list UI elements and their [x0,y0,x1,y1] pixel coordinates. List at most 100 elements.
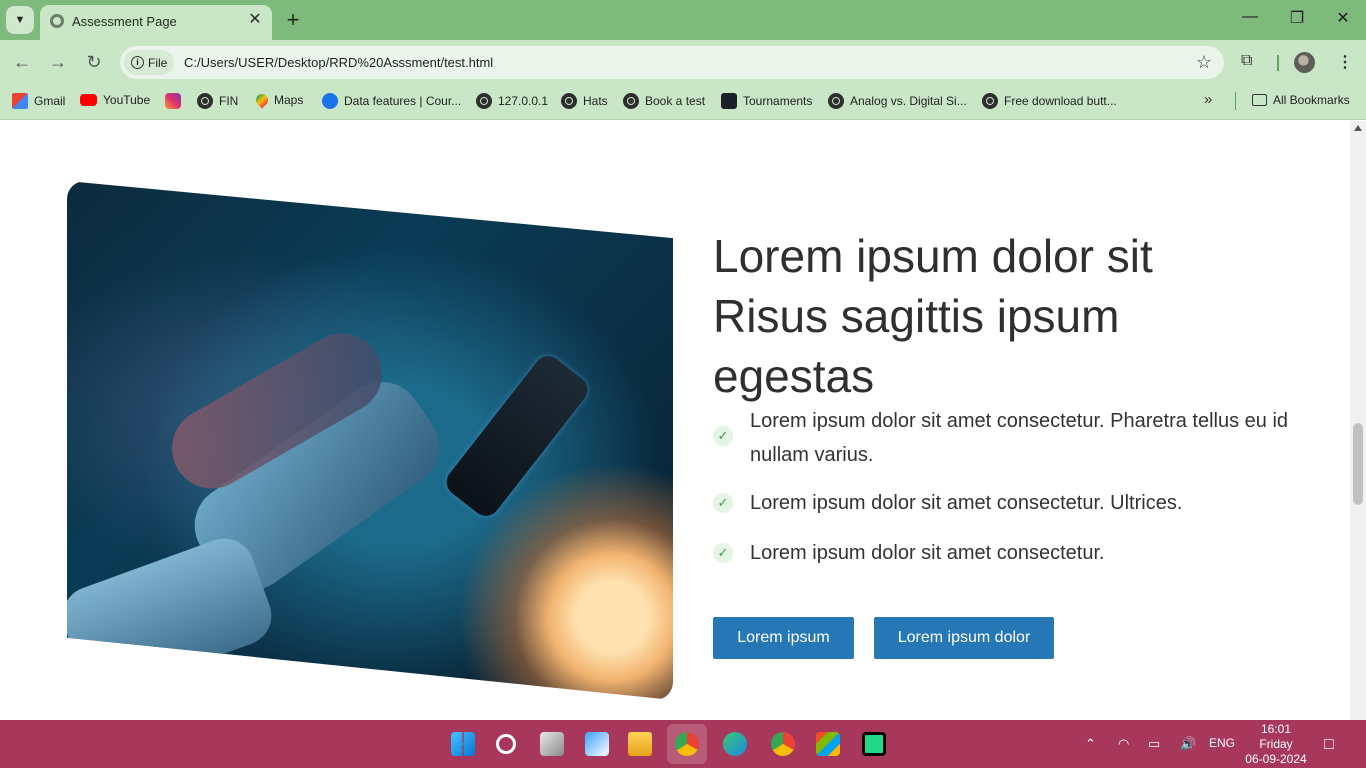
bookmark-fin[interactable]: FIN [197,93,238,109]
scroll-up-arrow-icon[interactable] [1354,125,1362,131]
bookmarks-bar: Gmail YouTube FIN Maps Data features | C… [0,86,1366,120]
chrome-profile-icon[interactable] [771,732,795,756]
file-explorer-icon[interactable] [628,732,652,756]
hero-image-phone-hands [67,181,673,700]
secondary-cta-button[interactable]: Lorem ipsum dolor [874,617,1054,659]
edge-icon[interactable] [723,732,747,756]
maps-icon [253,91,271,109]
close-window-button[interactable]: ✕ [1323,8,1363,28]
chevron-down-icon: ▼ [14,14,26,26]
url-text[interactable]: C:/Users/USER/Desktop/RRD%20Asssment/tes… [184,55,493,70]
bookmark-free-download[interactable]: Free download butt... [982,93,1117,109]
bookmark-label: Data features | Cour... [344,94,462,108]
menu-icon[interactable]: ⋮ [1337,52,1353,72]
task-view-icon[interactable] [540,732,564,756]
bookmark-star-icon[interactable]: ☆ [1196,52,1212,73]
list-item: ✓ Lorem ipsum dolor sit amet consectetur… [713,536,1293,570]
bookmark-youtube[interactable]: YouTube [80,93,150,107]
site-info-chip[interactable]: i File [124,50,174,75]
bookmark-label: YouTube [103,93,151,107]
check-icon: ✓ [713,543,733,563]
globe-icon [50,14,64,28]
clock-time: 16:01 [1260,722,1292,736]
microsoft-store-icon[interactable] [816,732,840,756]
bookmark-label: Analog vs. Digital Si... [850,94,967,108]
reload-button[interactable]: ↻ [82,52,106,73]
check-icon: ✓ [713,493,733,513]
list-item: ✓ Lorem ipsum dolor sit amet consectetur… [713,486,1293,520]
wifi-icon[interactable]: ◠ [1118,736,1129,752]
windows-start-icon[interactable] [451,732,475,756]
bookmark-localhost[interactable]: 127.0.0.1 [476,93,548,109]
forward-button[interactable]: → [46,52,70,73]
bookmark-tournaments[interactable]: Tournaments [721,93,812,109]
bookmark-label: Tournaments [743,94,813,108]
volume-icon[interactable]: 🔊 [1180,736,1196,752]
clock-date: 06-09-2024 [1245,752,1307,766]
minimize-button[interactable]: — [1230,8,1270,26]
hero-headline: Lorem ipsum dolor sit Risus sagittis ips… [713,230,1153,402]
bookmark-gmail[interactable]: Gmail [12,93,65,109]
bookmark-label: FIN [219,94,239,108]
smartphone-shape [441,350,593,522]
bookmark-analog-digital[interactable]: Analog vs. Digital Si... [828,93,967,109]
tab-assessment-page[interactable]: Assessment Page ✕ [40,5,272,40]
bookmark-maps[interactable]: Maps [253,91,304,109]
site-chip-label: File [148,55,168,70]
page-viewport: Lorem ipsum dolor sit Risus sagittis ips… [0,121,1350,720]
feature-text: Lorem ipsum dolor sit amet consectetur. … [750,410,1289,466]
gmail-icon [12,93,28,109]
bookmark-instagram[interactable] [165,93,181,109]
bookmark-hats[interactable]: Hats [561,93,608,109]
toolbar-divider [1277,55,1279,71]
primary-cta-button[interactable]: Lorem ipsum [713,617,854,659]
feature-list: ✓ Lorem ipsum dolor sit amet consectetur… [713,404,1293,570]
battery-icon[interactable]: ▭ [1148,736,1160,752]
bookmark-data-features[interactable]: Data features | Cour... [322,93,461,109]
feature-text: Lorem ipsum dolor sit amet consectetur. … [750,492,1183,514]
globe-icon [197,93,213,109]
youtube-icon [80,94,97,106]
list-item: ✓ Lorem ipsum dolor sit amet consectetur… [713,404,1293,472]
all-bookmarks-button[interactable]: All Bookmarks [1252,93,1350,107]
profile-avatar[interactable] [1294,52,1315,73]
globe-icon [476,93,492,109]
bookmark-label: Book a test [645,94,706,108]
tab-title: Assessment Page [72,14,177,29]
bookmark-label: Free download butt... [1004,94,1117,108]
react-icon [721,93,737,109]
bookmark-book-a-test[interactable]: Book a test [623,93,705,109]
folder-icon [1252,94,1267,106]
widgets-icon[interactable] [585,732,609,756]
tab-search-button[interactable]: ▼ [6,6,34,34]
info-icon: i [131,56,144,69]
clock[interactable]: 16:01 Friday 06-09-2024 [1240,722,1312,767]
scrollbar-thumb[interactable] [1353,423,1363,505]
address-bar[interactable]: i File C:/Users/USER/Desktop/RRD%20Asssm… [120,46,1224,79]
pycharm-icon[interactable] [862,732,886,756]
feature-text: Lorem ipsum dolor sit amet consectetur. [750,542,1105,564]
back-button[interactable]: ← [10,52,34,73]
globe-icon [561,93,577,109]
coursera-icon [322,93,338,109]
new-tab-button[interactable]: + [282,7,304,33]
restore-button[interactable]: ❐ [1277,8,1317,28]
notification-icon[interactable]: □ [1324,736,1334,754]
globe-icon [982,93,998,109]
browser-toolbar: ← → ↻ i File C:/Users/USER/Desktop/RRD%2… [0,40,1366,86]
tab-strip: ▼ Assessment Page ✕ + — ❐ ✕ [0,0,1366,40]
page-scrollbar[interactable] [1350,121,1366,720]
chevron-up-icon[interactable]: ⌃ [1085,736,1096,752]
windows-taskbar: ⌃ ◠ ▭ 🔊 ENG 16:01 Friday 06-09-2024 □ [0,720,1366,768]
double-chevron-right-icon[interactable]: » [1204,91,1212,108]
search-icon[interactable] [496,734,516,754]
globe-icon [623,93,639,109]
bookmark-label: 127.0.0.1 [498,94,549,108]
close-icon[interactable]: ✕ [246,11,264,29]
bookmark-label: Maps [274,93,304,107]
bookmark-label: Hats [583,94,608,108]
bookmarks-divider [1235,92,1236,110]
language-indicator[interactable]: ENG [1209,736,1235,750]
extensions-icon[interactable]: ⧉ [1241,52,1252,70]
bookmark-label: Gmail [34,94,66,108]
